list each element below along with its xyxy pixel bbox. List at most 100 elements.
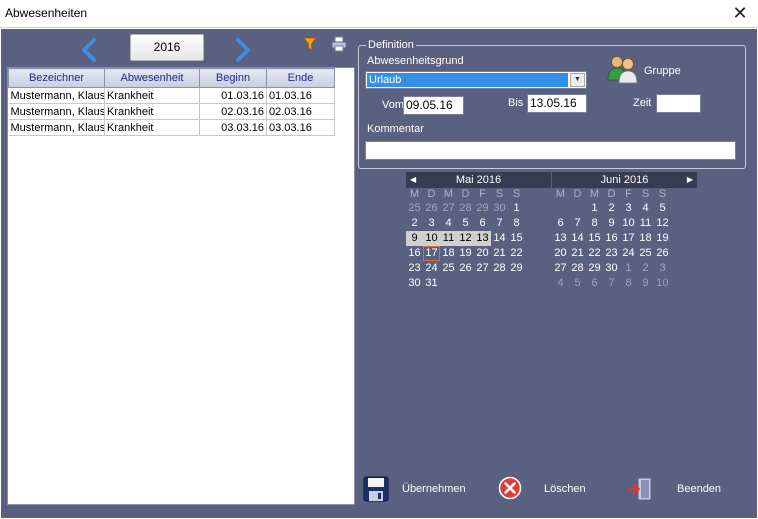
calendar-day[interactable]: 19 <box>654 231 671 246</box>
calendar-day[interactable]: 28 <box>491 261 508 276</box>
calendar-day[interactable]: 30 <box>603 261 620 276</box>
calendar-day[interactable]: 9 <box>406 231 423 246</box>
calendar-day[interactable]: 9 <box>637 276 654 291</box>
calendar-day[interactable]: 26 <box>457 261 474 276</box>
calendar-day[interactable]: 1 <box>586 201 603 216</box>
calendar-day[interactable]: 14 <box>569 231 586 246</box>
absence-grid[interactable]: Bezeichner Abwesenheit Beginn Ende Muste… <box>7 67 355 505</box>
calendar-day[interactable]: 1 <box>620 261 637 276</box>
reason-select[interactable]: Urlaub ▼ <box>365 71 587 89</box>
calendar-day[interactable]: 19 <box>457 246 474 261</box>
year-next-button[interactable] <box>234 38 252 62</box>
calendar-day[interactable]: 14 <box>491 231 508 246</box>
from-date-input[interactable]: 09.05.16 <box>403 96 464 115</box>
calendar-day[interactable]: 8 <box>508 216 525 231</box>
calendar-day[interactable]: 23 <box>406 261 423 276</box>
calendar-day[interactable]: 22 <box>586 246 603 261</box>
calendar-day[interactable]: 15 <box>586 231 603 246</box>
calendar-day[interactable]: 4 <box>552 276 569 291</box>
column-header-end[interactable]: Ende <box>266 68 335 88</box>
calendar-day[interactable]: 28 <box>569 261 586 276</box>
calendar-day[interactable]: 21 <box>491 246 508 261</box>
calendar-day[interactable]: 30 <box>491 201 508 216</box>
calendar-day[interactable]: 10 <box>423 231 440 246</box>
calendar-day[interactable]: 24 <box>423 261 440 276</box>
calendar-day[interactable]: 5 <box>654 201 671 216</box>
calendar-day[interactable]: 25 <box>440 261 457 276</box>
calendar-day[interactable]: 6 <box>586 276 603 291</box>
calendar-day[interactable]: 27 <box>552 261 569 276</box>
calendar-day[interactable]: 21 <box>569 246 586 261</box>
calendar-day[interactable]: 3 <box>423 216 440 231</box>
column-header-begin[interactable]: Beginn <box>199 68 267 88</box>
calendar-day[interactable]: 16 <box>406 246 423 261</box>
calendar-day[interactable]: 5 <box>569 276 586 291</box>
calendar-day[interactable]: 24 <box>620 246 637 261</box>
calendar-day[interactable]: 29 <box>586 261 603 276</box>
calendar-day[interactable]: 20 <box>474 246 491 261</box>
calendar-day[interactable]: 2 <box>637 261 654 276</box>
calendar-day[interactable]: 1 <box>508 201 525 216</box>
apply-button[interactable]: Übernehmen <box>362 472 472 506</box>
calendar-day[interactable]: 25 <box>406 201 423 216</box>
calendar-day[interactable]: 22 <box>508 246 525 261</box>
calendar-day[interactable]: 5 <box>457 216 474 231</box>
calendar-day[interactable]: 18 <box>440 246 457 261</box>
calendar-next-icon[interactable]: ▶ <box>687 172 693 188</box>
calendar-day[interactable]: 25 <box>637 246 654 261</box>
table-row[interactable]: Mustermann, Klaus Krankheit 02.03.16 02.… <box>8 103 335 120</box>
to-date-input[interactable]: 13.05.16 <box>527 94 587 113</box>
calendar-day[interactable]: 10 <box>620 216 637 231</box>
calendar-day[interactable]: 7 <box>569 216 586 231</box>
calendar-day[interactable]: 10 <box>654 276 671 291</box>
calendar-day[interactable]: 28 <box>457 201 474 216</box>
calendar-day[interactable]: 30 <box>406 276 423 291</box>
print-icon[interactable] <box>330 36 348 52</box>
calendar-day[interactable]: 17 <box>620 231 637 246</box>
column-header-name[interactable]: Bezeichner <box>8 68 105 88</box>
calendar-day[interactable]: 6 <box>474 216 491 231</box>
calendar-day[interactable]: 7 <box>491 216 508 231</box>
calendar-day[interactable]: 26 <box>654 246 671 261</box>
calendar-day[interactable]: 11 <box>440 231 457 246</box>
calendar-day[interactable]: 6 <box>552 216 569 231</box>
calendar-prev-icon[interactable]: ◀ <box>410 172 416 188</box>
calendar-day[interactable]: 13 <box>552 231 569 246</box>
time-input[interactable] <box>656 94 701 113</box>
year-prev-button[interactable] <box>80 38 98 62</box>
calendar-day[interactable]: 18 <box>637 231 654 246</box>
calendar-day[interactable]: 3 <box>654 261 671 276</box>
table-row[interactable]: Mustermann, Klaus Krankheit 03.03.16 03.… <box>8 119 335 136</box>
calendar-day[interactable]: 15 <box>508 231 525 246</box>
calendar-day[interactable]: 8 <box>586 216 603 231</box>
calendar-day[interactable]: 8 <box>620 276 637 291</box>
calendar-day[interactable]: 4 <box>440 216 457 231</box>
calendar-day[interactable]: 27 <box>474 261 491 276</box>
table-row[interactable]: Mustermann, Klaus Krankheit 01.03.16 01.… <box>8 87 335 104</box>
calendar-day[interactable]: 9 <box>603 216 620 231</box>
calendar-day[interactable]: 2 <box>603 201 620 216</box>
calendar-day[interactable]: 26 <box>423 201 440 216</box>
calendar-day[interactable]: 3 <box>620 201 637 216</box>
calendar-day[interactable]: 31 <box>423 276 440 291</box>
calendar-day[interactable]: 13 <box>474 231 491 246</box>
calendar-day[interactable]: 27 <box>440 201 457 216</box>
calendar-day[interactable]: 29 <box>508 261 525 276</box>
calendar-day[interactable]: 12 <box>654 216 671 231</box>
calendar-day[interactable]: 23 <box>603 246 620 261</box>
delete-button[interactable]: Löschen <box>498 472 598 506</box>
calendar-day[interactable]: 7 <box>603 276 620 291</box>
comment-input[interactable] <box>365 141 736 160</box>
filter-icon[interactable] <box>302 36 318 52</box>
column-header-absence[interactable]: Abwesenheit <box>104 68 200 88</box>
calendar-day[interactable]: 2 <box>406 216 423 231</box>
calendar-day[interactable]: 20 <box>552 246 569 261</box>
group-icon[interactable] <box>606 53 640 85</box>
close-button[interactable]: ✕ <box>722 0 758 28</box>
calendar-day[interactable]: 16 <box>603 231 620 246</box>
calendar-day[interactable]: 12 <box>457 231 474 246</box>
calendar-day[interactable]: 29 <box>474 201 491 216</box>
calendar-day[interactable]: 11 <box>637 216 654 231</box>
calendar-day[interactable]: 4 <box>637 201 654 216</box>
exit-button[interactable]: Beenden <box>627 472 727 506</box>
